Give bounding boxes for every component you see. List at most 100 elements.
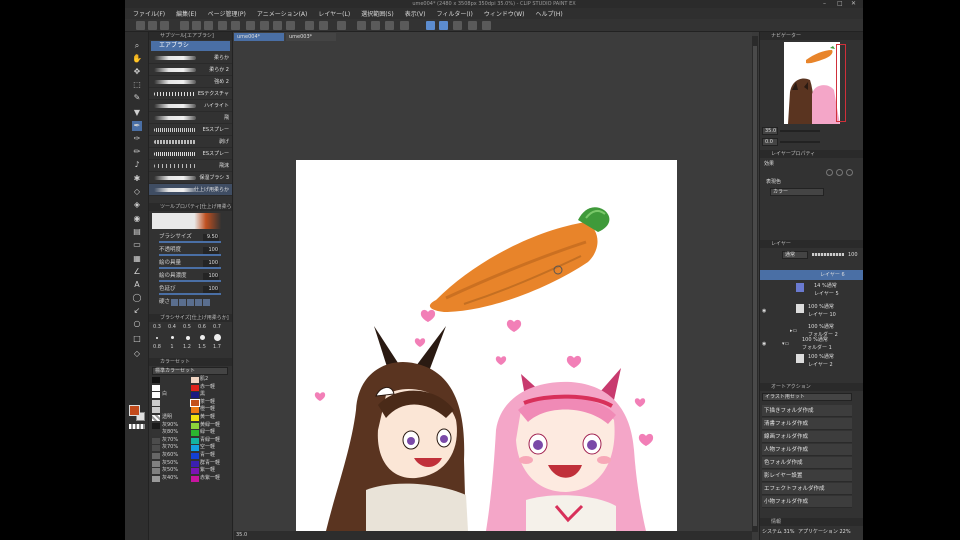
- effect-border-icon[interactable]: [826, 169, 833, 176]
- color-set-dropdown[interactable]: 標準カラーセット: [152, 367, 228, 375]
- brush-item[interactable]: ESスプレー: [149, 148, 232, 160]
- redo-icon[interactable]: [319, 21, 328, 30]
- color-swatch[interactable]: [191, 468, 199, 475]
- size-dot[interactable]: [156, 337, 158, 339]
- undo-icon[interactable]: [305, 21, 314, 30]
- navigator-zoom[interactable]: 35.0: [762, 127, 778, 135]
- folder-icon[interactable]: ▸▭: [790, 328, 797, 334]
- folder-icon[interactable]: ▾▭: [782, 341, 789, 347]
- color-swatch[interactable]: [152, 377, 160, 383]
- menu-file[interactable]: ファイル(F): [133, 9, 165, 18]
- size-dot[interactable]: [186, 336, 190, 340]
- size-value[interactable]: 1.7: [211, 344, 223, 350]
- action-item[interactable]: 下描きフォルダ作成: [762, 405, 852, 417]
- size-value[interactable]: 1: [166, 344, 178, 350]
- color-swatch[interactable]: [191, 475, 199, 482]
- navigator-thumbnail[interactable]: [784, 42, 840, 124]
- copy-icon[interactable]: [192, 21, 201, 30]
- prop-value[interactable]: 100: [203, 247, 219, 254]
- size-value[interactable]: 0.4: [166, 324, 178, 330]
- menu-selection[interactable]: 選択範囲(S): [361, 9, 394, 18]
- crop-icon[interactable]: [273, 21, 282, 30]
- bucket-icon[interactable]: ◉: [132, 214, 142, 224]
- decoration-icon[interactable]: ✱: [132, 174, 142, 184]
- layer-row[interactable]: 14 %通常 レイヤー 5: [760, 281, 863, 299]
- menu-animation[interactable]: アニメーション(A): [257, 9, 308, 18]
- layer-row-folder[interactable]: ◉ ▾▭ 100 %通常 フォルダー 1: [760, 336, 863, 352]
- lasso-icon[interactable]: □: [132, 334, 142, 344]
- navigator-angle[interactable]: 0.0: [762, 138, 778, 146]
- prop-color-stretch[interactable]: 色延び 100: [149, 283, 232, 296]
- color-swatch[interactable]: [191, 414, 199, 421]
- maximize-icon[interactable]: □: [837, 0, 843, 8]
- prop-slider[interactable]: [159, 254, 221, 256]
- menu-edit[interactable]: 編集(E): [176, 9, 196, 18]
- opacity-slider[interactable]: [812, 253, 844, 256]
- color-swatch[interactable]: [152, 445, 160, 452]
- new-file-icon[interactable]: [136, 21, 145, 30]
- layer-row[interactable]: ◉ 100 %通常 レイヤー 10: [760, 302, 863, 320]
- color-swatch[interactable]: [191, 445, 199, 452]
- color-swatch[interactable]: [152, 437, 160, 444]
- ruler-icon[interactable]: [357, 21, 366, 30]
- clear-icon[interactable]: [218, 21, 227, 30]
- correct-line-icon[interactable]: ↙: [132, 306, 142, 316]
- vertical-scrollbar[interactable]: [752, 36, 758, 532]
- main-color-swatch[interactable]: [129, 405, 140, 416]
- prop-opacity[interactable]: 不透明度 100: [149, 244, 232, 257]
- color-swatch-selected[interactable]: [190, 398, 200, 407]
- prop-value[interactable]: 100: [203, 273, 219, 280]
- zoom-readout[interactable]: 35.0: [236, 532, 247, 538]
- size-dot[interactable]: [171, 336, 174, 339]
- menu-layer[interactable]: レイヤー(L): [318, 9, 350, 18]
- minimize-icon[interactable]: –: [823, 0, 826, 8]
- color-swatch[interactable]: [191, 422, 199, 429]
- color-swatch[interactable]: [191, 430, 199, 437]
- size-value[interactable]: 0.8: [151, 344, 163, 350]
- layer-icon[interactable]: [482, 21, 491, 30]
- open-icon[interactable]: [148, 21, 157, 30]
- action-item[interactable]: 小物フォルダ作成: [762, 496, 852, 508]
- color-swatch[interactable]: [152, 475, 160, 482]
- paste-icon[interactable]: [204, 21, 213, 30]
- transform-icon[interactable]: [231, 21, 240, 30]
- blend-icon[interactable]: ◈: [132, 200, 142, 210]
- deselect-icon[interactable]: [260, 21, 269, 30]
- figure-icon[interactable]: ▭: [132, 240, 142, 250]
- brush-item[interactable]: 強め 2: [149, 76, 232, 88]
- color-swatch[interactable]: [152, 452, 160, 459]
- brush-icon[interactable]: [468, 21, 477, 30]
- brush-item[interactable]: 飛: [149, 112, 232, 124]
- prop-value[interactable]: 100: [203, 286, 219, 293]
- prop-brush-size[interactable]: ブラシサイズ 9.50: [149, 231, 232, 244]
- brush-item[interactable]: ESスプレー: [149, 124, 232, 136]
- color-swatch[interactable]: [152, 422, 160, 429]
- airbrush-icon[interactable]: ✒: [132, 121, 142, 131]
- action-item[interactable]: 人物フォルダ作成: [762, 444, 852, 456]
- prop-value[interactable]: 100: [203, 260, 219, 267]
- blend-mode-dropdown[interactable]: 通常: [782, 251, 808, 259]
- transparent-color-icon[interactable]: [129, 424, 145, 429]
- doc-tab-active[interactable]: ume004*: [234, 33, 284, 41]
- brush-item[interactable]: ハイライト: [149, 100, 232, 112]
- color-mode-dropdown[interactable]: カラー: [770, 188, 824, 196]
- prop-slider[interactable]: [159, 241, 221, 243]
- menu-filter[interactable]: フィルター(I): [437, 9, 473, 18]
- cut-icon[interactable]: [180, 21, 189, 30]
- eye-icon[interactable]: ◉: [762, 341, 766, 347]
- color-swatch[interactable]: [152, 384, 160, 391]
- layer-row[interactable]: 100 %通常 レイヤー 2: [760, 352, 863, 370]
- prop-value[interactable]: 9.50: [203, 234, 219, 241]
- angle-slider[interactable]: [780, 141, 820, 143]
- size-dot[interactable]: [200, 335, 205, 340]
- color-swatch[interactable]: [152, 392, 160, 399]
- color-swatch[interactable]: [191, 460, 199, 467]
- eraser-icon[interactable]: ◇: [132, 187, 142, 197]
- canvas-paper[interactable]: [296, 160, 677, 531]
- move-icon[interactable]: ✥: [132, 67, 142, 77]
- color-swatch[interactable]: [191, 437, 199, 444]
- brush-item[interactable]: 保湿ブラシ 3: [149, 172, 232, 184]
- color-swatch[interactable]: [191, 392, 199, 399]
- color-swatch[interactable]: [191, 384, 199, 391]
- navigator-view-rect[interactable]: [836, 44, 846, 122]
